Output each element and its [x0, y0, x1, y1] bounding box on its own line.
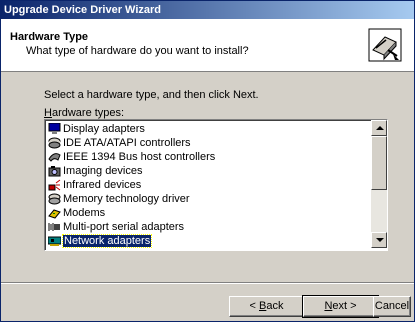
- camera-icon: [48, 166, 61, 177]
- vertical-scrollbar[interactable]: [371, 120, 387, 248]
- list-item[interactable]: IEEE 1394 Bus host controllers: [47, 150, 367, 164]
- hardware-wizard-icon: [368, 28, 402, 62]
- list-item[interactable]: Memory technology driver: [47, 192, 367, 206]
- list-item[interactable]: Multi-port serial adapters: [47, 220, 367, 234]
- monitor-icon: [48, 123, 61, 134]
- list-item-label: IEEE 1394 Bus host controllers: [63, 151, 216, 163]
- back-rest: ack: [266, 300, 284, 312]
- infrared-icon: [48, 179, 61, 191]
- list-item-label: Infrared devices: [63, 179, 142, 191]
- arrow-down-icon: [376, 238, 384, 242]
- hardware-types-listbox[interactable]: Display adapters IDE ATA/ATAPI controlle…: [44, 119, 388, 251]
- cancel-label: Cancel: [374, 300, 410, 312]
- hardware-types-label: Hardware types:: [44, 107, 124, 119]
- list-item-label: IDE ATA/ATAPI controllers: [63, 137, 191, 149]
- network-adapter-icon: [48, 236, 61, 246]
- list-item-label: Display adapters: [63, 123, 145, 135]
- list-item-label: Imaging devices: [63, 165, 143, 177]
- disk-controller-icon: [48, 137, 61, 149]
- label-rest: ardware types:: [51, 107, 125, 119]
- label-accel: H: [44, 107, 52, 119]
- back-prefix: <: [249, 300, 259, 312]
- list-item-selected[interactable]: Network adapters: [47, 234, 367, 248]
- list-item-label: Multi-port serial adapters: [63, 221, 185, 233]
- serial-port-icon: [48, 223, 60, 231]
- list-item[interactable]: Infrared devices: [47, 178, 367, 192]
- wizard-header: Hardware Type What type of hardware do y…: [1, 19, 414, 72]
- window-title: Upgrade Device Driver Wizard: [4, 4, 162, 16]
- scroll-down-button[interactable]: [371, 232, 387, 248]
- arrow-up-icon: [376, 126, 384, 130]
- list-item-label: Network adapters: [61, 234, 153, 248]
- memory-icon: [48, 193, 61, 205]
- scrollbar-thumb[interactable]: [371, 136, 387, 190]
- list-item[interactable]: Display adapters: [47, 122, 367, 136]
- cancel-button[interactable]: Cancel: [373, 296, 411, 317]
- page-subtitle: What type of hardware do you want to ins…: [26, 45, 249, 57]
- wizard-window: Upgrade Device Driver Wizard Hardware Ty…: [0, 0, 415, 322]
- bus-controller-icon: [48, 153, 61, 162]
- instruction-text: Select a hardware type, and then click N…: [44, 89, 259, 101]
- list-item[interactable]: Modems: [47, 206, 367, 220]
- list-item-label: Modems: [63, 207, 106, 219]
- button-divider: [1, 282, 414, 284]
- next-button[interactable]: Next >: [302, 295, 379, 318]
- list-items: Display adapters IDE ATA/ATAPI controlle…: [47, 122, 367, 248]
- next-rest: ext >: [332, 300, 357, 312]
- back-button[interactable]: < Back: [229, 296, 304, 317]
- title-bar[interactable]: Upgrade Device Driver Wizard: [1, 1, 414, 19]
- list-item[interactable]: IDE ATA/ATAPI controllers: [47, 136, 367, 150]
- list-item[interactable]: Imaging devices: [47, 164, 367, 178]
- scroll-up-button[interactable]: [371, 120, 387, 136]
- page-title: Hardware Type: [10, 31, 89, 43]
- modem-icon: [48, 209, 61, 219]
- list-item-label: Memory technology driver: [63, 193, 190, 205]
